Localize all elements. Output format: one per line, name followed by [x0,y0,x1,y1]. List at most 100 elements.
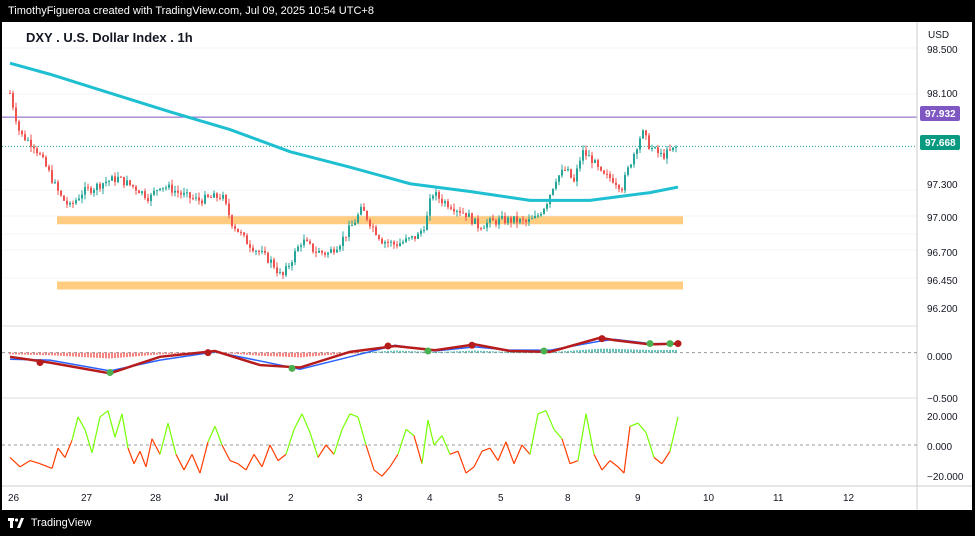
oscillator-segment [39,463,53,469]
candle-body [354,222,356,226]
price-chart[interactable]: DXY . U.S. Dollar Index . 1h USD 98.500 … [2,22,972,510]
histogram-bar [495,351,497,353]
candle-body [282,272,284,276]
candle-body [390,241,392,243]
candle-body [594,160,596,163]
oscillator-segment [51,447,59,469]
macd-pane [2,335,917,377]
candle-body [171,184,173,193]
candle-body [642,130,644,139]
candle-body [21,130,23,135]
candle-body [426,215,428,231]
oscillator-segment [261,444,271,468]
candle-body [96,183,98,191]
oscillator-segment [397,429,407,455]
candle-body [645,130,647,136]
date-tick: 10 [703,493,715,504]
candle-body [12,93,14,108]
chart-title: DXY . U.S. Dollar Index . 1h [26,30,193,45]
date-tick: 2 [288,493,294,504]
histogram-bar [111,352,113,359]
candle-body [534,215,536,219]
oscillator-segment [489,447,499,461]
candle-body [81,194,83,199]
candle-body [363,206,365,211]
histogram-bar [477,350,479,353]
candle-body [24,134,26,141]
histogram-bar [288,352,290,357]
histogram-bar [114,352,116,359]
histogram-bar [93,352,95,358]
oscillator-segment [139,451,147,468]
histogram-bar [33,352,35,355]
candle-body [567,169,569,171]
oscillator-segment [317,444,327,458]
price-tick: 96.450 [927,276,958,287]
candle-body [603,170,605,174]
histogram-bar [399,350,401,353]
histogram-bar [615,348,617,353]
date-tick: 4 [427,493,433,504]
candle-body [321,250,323,253]
candle-body [15,107,17,122]
candle-body [318,250,320,253]
histogram-bar [51,352,53,356]
date-tick: 27 [81,493,93,504]
histogram-bar [261,352,263,356]
histogram-bar [69,352,71,357]
candle-body [285,266,287,276]
oscillator-segment [64,440,73,458]
candle-body [105,181,107,184]
histogram-bar [81,352,83,357]
candle-body [528,218,530,222]
candle-body [447,201,449,208]
candle-body [636,149,638,154]
histogram-bar [393,350,395,353]
candle-body [240,232,242,234]
price-tick: 96.700 [927,248,958,259]
candle-body [192,198,194,200]
candle-body [36,148,38,154]
candle-body [234,226,236,229]
candle-body [579,160,581,169]
candle-body [615,182,617,185]
histogram-bar [663,350,665,353]
candle-body [39,153,41,155]
oscillator-segment [29,460,41,465]
candle-body [153,190,155,195]
histogram-bar [471,350,473,353]
histogram-bar [558,351,560,353]
price-tick: 97.000 [927,213,958,224]
candle-body [249,244,251,248]
candle-body [675,146,677,148]
candle-body [585,150,587,156]
currency-label[interactable]: USD [928,30,949,41]
histogram-bar [153,352,155,355]
histogram-bar [384,351,386,353]
candle-body [486,222,488,228]
histogram-bar [579,350,581,353]
candle-body [315,251,317,253]
histogram-bar [243,352,245,355]
candle-body [147,197,149,201]
histogram-bar [102,352,104,359]
candle-body [132,184,134,187]
candle-body [504,216,506,224]
candle-body [348,225,350,238]
oscillator-segment [513,444,523,464]
candle-body [483,227,485,229]
histogram-bar [90,352,92,358]
candle-body [477,218,479,229]
oscillator-segment [214,426,223,446]
oscillator-segment [9,457,21,468]
histogram-bar [291,352,293,358]
histogram-bar [84,352,86,358]
histogram-bar [567,350,569,353]
candle-body [174,190,176,193]
chart-frame[interactable]: DXY . U.S. Dollar Index . 1h USD 98.500 … [2,22,972,510]
histogram-bar [480,350,482,353]
histogram-bar [588,349,590,353]
candle-body [501,216,503,219]
candle-body [432,195,434,199]
histogram-bar [387,350,389,353]
